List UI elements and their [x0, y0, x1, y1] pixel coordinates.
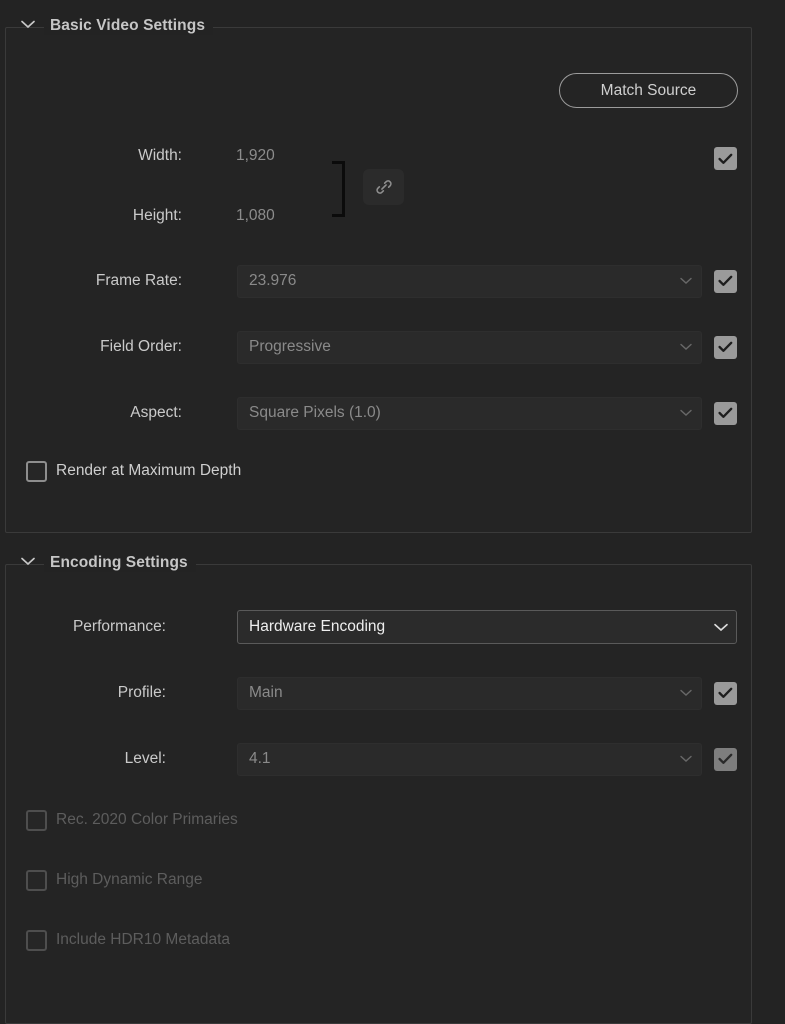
profile-label: Profile:	[117, 684, 166, 701]
render-max-depth-checkbox-row[interactable]: Render at Maximum Depth	[26, 458, 241, 484]
aspect-link-bracket-icon	[332, 161, 345, 217]
frame-rate-value: 23.976	[249, 272, 297, 289]
match-source-button[interactable]: Match Source	[559, 73, 738, 108]
aspect-row: Aspect: Square Pixels (1.0)	[6, 396, 751, 430]
profile-match-checkbox[interactable]	[714, 681, 737, 705]
height-value[interactable]: 1,080	[236, 207, 275, 225]
chevron-down-icon[interactable]	[18, 551, 38, 571]
field-order-match-checkbox[interactable]	[714, 335, 737, 359]
export-settings-panel: Basic Video Settings Match Source Width:…	[0, 0, 785, 1024]
chevron-down-icon	[679, 340, 693, 354]
aspect-dropdown[interactable]: Square Pixels (1.0)	[237, 396, 702, 430]
checkbox-unchecked-icon[interactable]	[26, 460, 47, 482]
chevron-down-icon	[679, 274, 693, 288]
checkbox-unchecked-icon	[26, 809, 47, 831]
width-label: Width:	[138, 147, 182, 164]
chevron-down-icon	[679, 686, 693, 700]
height-label: Height:	[132, 207, 182, 224]
frame-rate-match-checkbox[interactable]	[714, 269, 737, 293]
rec2020-label: Rec. 2020 Color Primaries	[56, 811, 238, 828]
basic-video-settings-title: Basic Video Settings	[44, 17, 214, 35]
width-height-match-checkbox[interactable]	[714, 147, 737, 170]
field-order-dropdown[interactable]: Progressive	[237, 330, 702, 364]
profile-value: Main	[249, 684, 283, 701]
aspect-match-checkbox[interactable]	[714, 401, 737, 425]
hdr-checkbox-row: High Dynamic Range	[26, 867, 202, 893]
level-row: Level: 4.1	[6, 742, 751, 776]
basic-video-settings-section: Basic Video Settings Match Source Width:…	[5, 17, 752, 533]
frame-rate-dropdown[interactable]: 23.976	[237, 264, 702, 298]
chevron-down-icon[interactable]	[18, 14, 38, 34]
field-order-label: Field Order:	[100, 338, 182, 355]
checkbox-unchecked-icon	[26, 869, 47, 891]
chevron-down-icon	[679, 406, 693, 420]
field-order-value: Progressive	[249, 338, 331, 355]
field-order-row: Field Order: Progressive	[6, 330, 751, 364]
level-label: Level:	[124, 750, 166, 767]
hdr10-metadata-label: Include HDR10 Metadata	[56, 931, 231, 948]
link-icon[interactable]	[363, 169, 404, 205]
performance-label: Performance:	[72, 618, 166, 635]
encoding-settings-title: Encoding Settings	[44, 554, 196, 572]
level-value: 4.1	[249, 750, 271, 767]
render-max-depth-label: Render at Maximum Depth	[56, 462, 242, 479]
hdr-label: High Dynamic Range	[56, 871, 203, 888]
performance-dropdown[interactable]: Hardware Encoding	[237, 610, 737, 644]
encoding-settings-section: Encoding Settings Performance: Hardware …	[5, 554, 752, 1024]
frame-rate-label: Frame Rate:	[95, 272, 182, 289]
width-value[interactable]: 1,920	[236, 147, 275, 165]
chevron-down-icon	[679, 752, 693, 766]
checkbox-unchecked-icon	[26, 929, 47, 951]
aspect-label: Aspect:	[130, 404, 182, 421]
profile-row: Profile: Main	[6, 676, 751, 710]
hdr10-metadata-checkbox-row: Include HDR10 Metadata	[26, 927, 230, 953]
aspect-value: Square Pixels (1.0)	[249, 404, 381, 421]
performance-row: Performance: Hardware Encoding	[6, 610, 751, 644]
chevron-down-icon	[714, 620, 728, 634]
frame-rate-row: Frame Rate: 23.976	[6, 264, 751, 298]
level-match-checkbox[interactable]	[714, 747, 737, 771]
width-row: Width: 1,920	[6, 139, 751, 173]
rec2020-checkbox-row: Rec. 2020 Color Primaries	[26, 807, 238, 833]
profile-dropdown[interactable]: Main	[237, 676, 702, 710]
performance-value: Hardware Encoding	[249, 618, 386, 635]
level-dropdown[interactable]: 4.1	[237, 742, 702, 776]
